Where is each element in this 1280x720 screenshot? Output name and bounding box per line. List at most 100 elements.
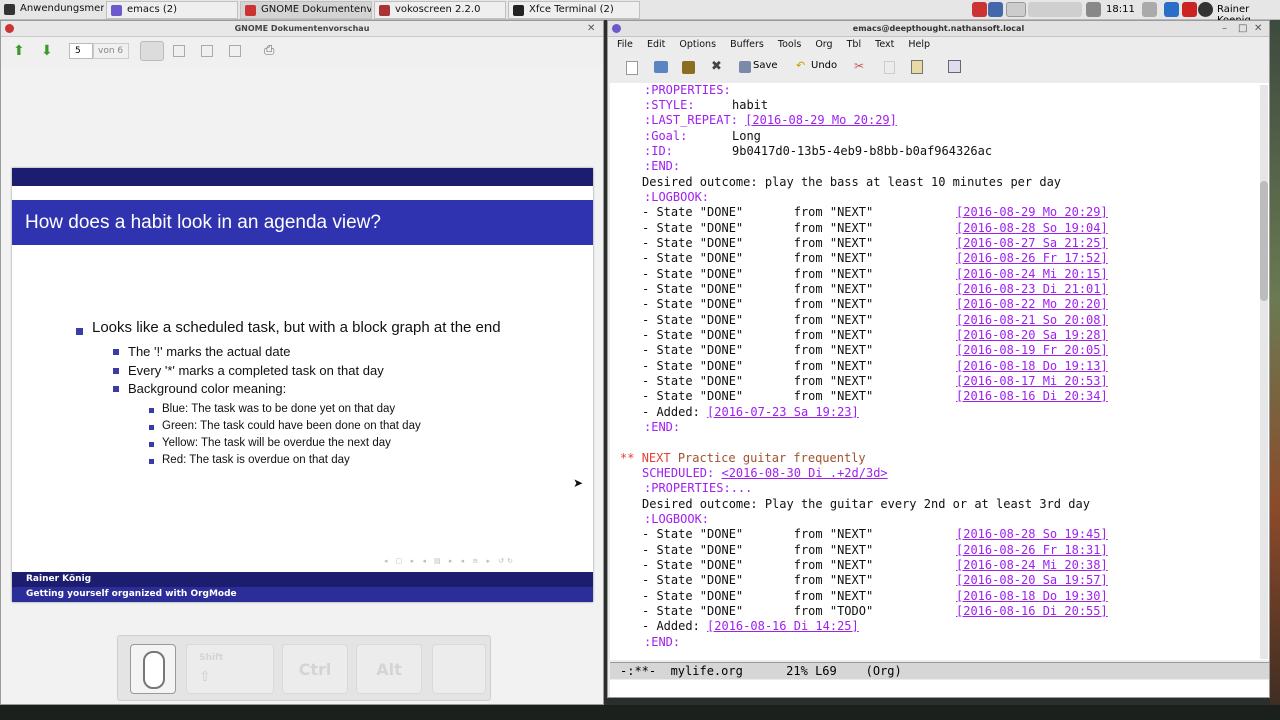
task-terminal[interactable]: Xfce Terminal (2) <box>508 1 640 19</box>
menu-text[interactable]: Text <box>875 39 894 50</box>
logbook-1-end: :END: <box>644 420 681 434</box>
workspace-1-icon[interactable] <box>972 2 987 17</box>
minimize-icon[interactable]: – <box>1222 23 1227 34</box>
log-entry: - State "DONE" from "NEXT" [2016-08-16 Di… <box>642 389 1108 403</box>
copy-icon[interactable] <box>884 61 895 74</box>
log-entry: - State "DONE" from "NEXT" [2016-08-18 Do… <box>642 359 1108 373</box>
beamer-nav-icons[interactable]: ◂ ▢ ▸ ◂ ▤ ▸ ◂ ≡ ▸ ↺↻ <box>384 557 584 565</box>
undo-button[interactable]: Undo <box>811 60 837 71</box>
slide: How does a habit look in an agenda view?… <box>12 168 593 602</box>
clock[interactable]: 18:11 <box>1106 4 1135 15</box>
log-entry: - State "DONE" from "NEXT" [2016-08-20 Sa… <box>642 328 1108 342</box>
window-icon[interactable] <box>5 24 14 33</box>
property-style: :STYLE: habit <box>644 98 769 112</box>
power-icon[interactable] <box>1198 2 1213 17</box>
page-number-input[interactable]: 5 <box>69 43 93 59</box>
save-button[interactable]: Save <box>753 60 778 71</box>
arrow-down-icon[interactable]: ⬇ <box>41 43 53 59</box>
log-entry: - State "DONE" from "NEXT" [2016-08-21 So… <box>642 313 1108 327</box>
logbook-2-end: :END: <box>644 635 681 649</box>
hp-icon[interactable] <box>1164 2 1179 17</box>
paste-icon[interactable] <box>911 60 923 74</box>
emacs-window-icon[interactable] <box>612 24 621 33</box>
taskbar: Anwendungsmenü emacs (2) GNOME Dokumente… <box>0 0 1280 26</box>
view-mode-button[interactable] <box>140 41 164 61</box>
applications-menu-button[interactable]: Anwendungsmenü <box>0 1 104 19</box>
sub-bullet-marker <box>113 349 119 355</box>
workspace-3-icon[interactable] <box>1006 2 1026 17</box>
log-entry: - State "DONE" from "TODO" [2016-08-16 Di… <box>642 604 1108 618</box>
property-id: :ID: 9b0417d0-13b5-4eb9-b8bb-b0af964326ac <box>644 144 993 158</box>
log-entry: - State "DONE" from "NEXT" [2016-08-20 Sa… <box>642 573 1108 587</box>
emacs-icon <box>111 5 122 16</box>
menu-tools[interactable]: Tools <box>778 39 801 50</box>
log-entry: - State "DONE" from "NEXT" [2016-08-26 Fr… <box>642 251 1108 265</box>
close-icon[interactable]: ✕ <box>1254 23 1262 34</box>
terminal-icon <box>513 5 524 16</box>
sub-sub-bullet-marker <box>149 408 154 413</box>
added-entry-1: - Added: [2016-07-23 Sa 19:23] <box>642 405 859 419</box>
print-icon[interactable]: ⎙ <box>264 43 274 58</box>
maximize-icon[interactable]: □ <box>1238 23 1247 34</box>
window-title: GNOME Dokumentenvorschau <box>1 21 603 37</box>
color-meaning-item: Red: The task is overdue on that day <box>162 454 350 466</box>
menu-help[interactable]: Help <box>908 39 930 50</box>
rotate-icon[interactable] <box>229 45 241 57</box>
fit-page-icon[interactable] <box>173 45 185 57</box>
mouse-key-icon <box>130 644 176 694</box>
log-entry: - State "DONE" from "NEXT" [2016-08-24 Mi… <box>642 558 1108 572</box>
sub-sub-bullet-marker <box>149 425 154 430</box>
save-icon[interactable] <box>739 61 751 73</box>
document-viewer-window: GNOME Dokumentenvorschau ✕ ⬆ ⬇ 5 von 6 ⎙… <box>0 20 604 705</box>
slide-heading: How does a habit look in an agenda view? <box>12 200 593 245</box>
menu-options[interactable]: Options <box>679 39 716 50</box>
zoom-icon[interactable] <box>201 45 213 57</box>
log-entry: - State "DONE" from "NEXT" [2016-08-22 Mo… <box>642 297 1108 311</box>
menu-tbl[interactable]: Tbl <box>847 39 861 50</box>
record-icon[interactable] <box>1182 2 1197 17</box>
desktop-bottom <box>0 705 1280 720</box>
window-title: emacs@deepthought.nathansoft.local <box>608 21 1269 37</box>
color-meaning-item: Blue: The task was to be done yet on tha… <box>162 403 396 415</box>
undo-icon[interactable]: ↶ <box>796 59 805 72</box>
close-buffer-icon[interactable]: ✖ <box>711 59 722 74</box>
ctrl-key: Ctrl <box>282 644 348 694</box>
log-entry: - State "DONE" from "NEXT" [2016-08-19 Fr… <box>642 343 1108 357</box>
volume-icon[interactable] <box>1086 2 1101 17</box>
task-gnome-doc[interactable]: GNOME Dokumentenvor... <box>240 1 372 19</box>
emacs-toolbar: ✖ Save ↶ Undo ✂ <box>608 54 1269 82</box>
menu-file[interactable]: File <box>617 39 633 50</box>
task-emacs[interactable]: emacs (2) <box>106 1 238 19</box>
log-entry: - State "DONE" from "NEXT" [2016-08-24 Mi… <box>642 267 1108 281</box>
log-entry: - State "DONE" from "NEXT" [2016-08-26 Fr… <box>642 543 1108 557</box>
menu-org[interactable]: Org <box>815 39 832 50</box>
sub-bullet: The '!' marks the actual date <box>128 344 291 359</box>
page-count: von 6 <box>93 43 129 59</box>
main-bullet: Looks like a scheduled task, but with a … <box>92 319 501 336</box>
task-vokoscreen[interactable]: vokoscreen 2.2.0 <box>374 1 506 19</box>
menu-edit[interactable]: Edit <box>647 39 665 50</box>
sub-bullet-marker <box>113 368 119 374</box>
org-heading-guitar: ** NEXT Practice guitar frequently <box>620 451 866 465</box>
key-overlay: Shift ⇧ Ctrl Alt <box>117 635 491 701</box>
scrollbar-thumb[interactable] <box>1260 181 1268 301</box>
scrollbar[interactable] <box>1260 85 1268 659</box>
open-dir-icon[interactable] <box>682 61 695 74</box>
log-entry: - State "DONE" from "NEXT" [2016-08-23 Di… <box>642 282 1108 296</box>
sub-sub-bullet-marker <box>149 442 154 447</box>
document-viewer-icon <box>245 5 256 16</box>
sub-sub-bullet-marker <box>149 459 154 464</box>
minibuffer[interactable] <box>610 680 1269 697</box>
menu-buffers[interactable]: Buffers <box>730 39 764 50</box>
arrow-up-icon[interactable]: ⬆ <box>13 43 25 59</box>
search-icon[interactable] <box>948 60 961 73</box>
workspace-2-icon[interactable] <box>988 2 1003 17</box>
cut-icon[interactable]: ✂ <box>854 59 864 73</box>
open-file-icon[interactable] <box>654 61 668 73</box>
network-icon[interactable] <box>1142 2 1157 17</box>
org-buffer[interactable]: :PROPERTIES: :STYLE: habit :LAST_REPEAT: … <box>610 83 1269 660</box>
log-entry: - State "DONE" from "NEXT" [2016-08-27 Sa… <box>642 236 1108 250</box>
log-entry: - State "DONE" from "NEXT" [2016-08-28 So… <box>642 221 1108 235</box>
new-file-icon[interactable] <box>626 61 638 75</box>
close-icon[interactable]: ✕ <box>587 23 595 34</box>
